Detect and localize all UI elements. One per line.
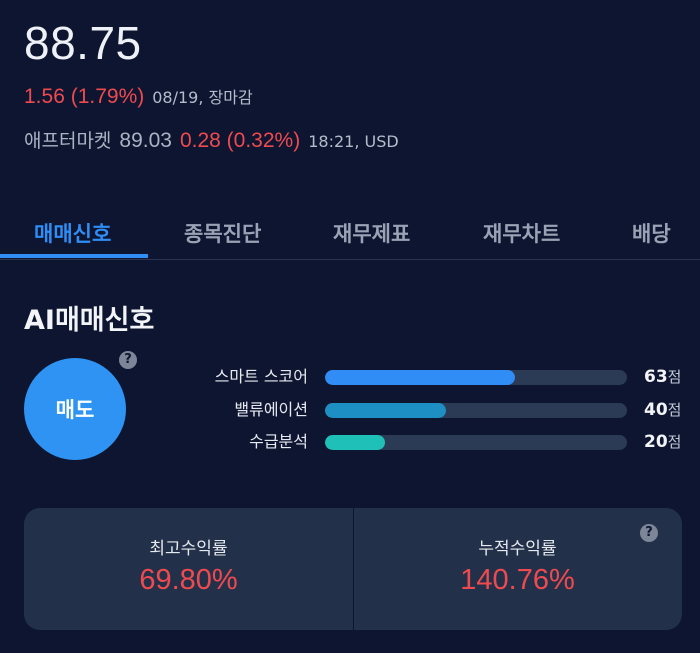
score-label: 스마트 스코어 xyxy=(214,367,308,386)
score-bar-fill xyxy=(325,370,516,385)
score-label: 밸류에이션 xyxy=(234,400,308,419)
stock-price: 88.75 xyxy=(24,17,142,69)
after-market-price: 89.03 xyxy=(119,129,172,152)
tab-stock-diagnosis[interactable]: 종목진단 xyxy=(184,218,261,248)
score-unit: 점 xyxy=(667,433,682,451)
score-bar-fill xyxy=(325,435,386,450)
score-number: 20 xyxy=(644,432,668,452)
score-label: 수급분석 xyxy=(249,432,308,451)
price-change: 1.56 (1.79%) xyxy=(24,85,145,108)
tab-trading-signal[interactable]: 매매신호 xyxy=(34,218,111,248)
score-unit: 점 xyxy=(667,401,682,419)
tab-bar: 매매신호 종목진단 재무제표 재무차트 배당 xyxy=(0,206,700,260)
tab-dividend[interactable]: 배당 xyxy=(632,218,671,248)
tab-financial-statements[interactable]: 재무제표 xyxy=(333,218,410,248)
score-bar-fill xyxy=(325,403,446,418)
active-tab-indicator xyxy=(0,254,148,258)
tab-financial-chart[interactable]: 재무차트 xyxy=(483,218,560,248)
score-value: 63점 xyxy=(644,365,681,389)
score-bar-track xyxy=(325,435,627,450)
cumulative-return-label: 누적수익률 xyxy=(478,539,557,559)
after-market-meta: 18:21, USD xyxy=(308,132,399,151)
score-unit: 점 xyxy=(667,368,682,386)
score-value: 20점 xyxy=(644,430,681,454)
score-row: 밸류에이션 40점 xyxy=(0,398,700,422)
price-change-row: 1.56 (1.79%) 08/19, 장마감 xyxy=(24,84,253,109)
score-bar-track xyxy=(325,370,627,385)
max-return-panel: 최고수익률 69.80% xyxy=(24,508,353,630)
score-value: 40점 xyxy=(644,398,681,422)
score-bar-track xyxy=(325,403,627,418)
max-return-value: 69.80% xyxy=(139,564,238,596)
cumulative-return-panel: 누적수익률 140.76% xyxy=(353,508,682,630)
after-market-label: 애프터마켓 xyxy=(24,130,112,152)
section-title: AI매매신호 xyxy=(24,305,155,336)
help-icon[interactable]: ? xyxy=(640,524,658,542)
score-number: 63 xyxy=(644,367,668,387)
max-return-label: 최고수익률 xyxy=(149,539,228,559)
after-market-row: 애프터마켓 89.03 0.28 (0.32%) 18:21, USD xyxy=(24,126,399,153)
returns-card: 최고수익률 69.80% 누적수익률 140.76% ? xyxy=(24,508,682,630)
price-change-meta: 08/19, 장마감 xyxy=(152,88,253,107)
score-row: 수급분석 20점 xyxy=(0,430,700,454)
score-row: 스마트 스코어 63점 xyxy=(0,365,700,389)
after-market-change: 0.28 (0.32%) xyxy=(179,129,301,152)
score-number: 40 xyxy=(644,400,668,420)
cumulative-return-value: 140.76% xyxy=(460,564,575,596)
